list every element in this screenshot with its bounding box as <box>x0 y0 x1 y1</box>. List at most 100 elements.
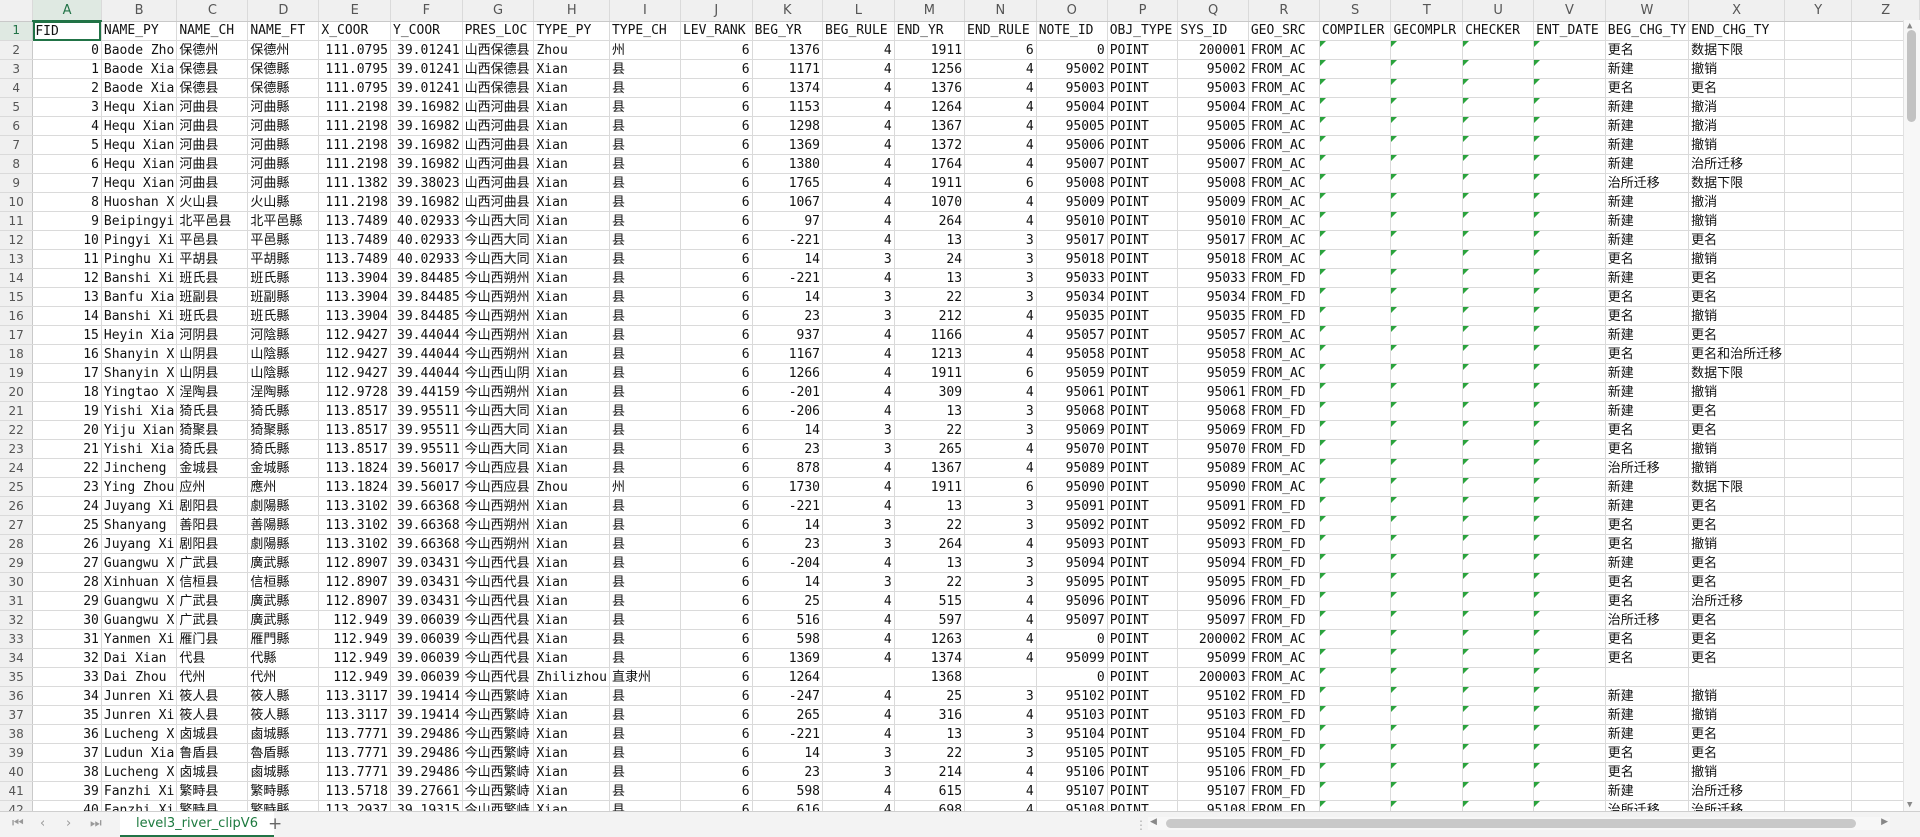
cell-j5[interactable]: 6 <box>680 97 753 117</box>
cell-v17[interactable] <box>1533 325 1606 345</box>
cell-a18[interactable]: 16 <box>32 344 102 364</box>
cell-q34[interactable]: 95099 <box>1177 648 1249 668</box>
cell-q28[interactable]: 95093 <box>1177 534 1249 554</box>
cell-f40[interactable]: 39.29486 <box>390 762 463 782</box>
cell-k32[interactable]: 516 <box>752 610 824 630</box>
cell-t27[interactable] <box>1390 515 1464 535</box>
cell-v13[interactable] <box>1533 249 1606 269</box>
cell-l10[interactable]: 4 <box>822 192 895 212</box>
cell-s14[interactable] <box>1319 268 1392 288</box>
row-header[interactable]: 23 <box>0 439 34 459</box>
cell-v33[interactable] <box>1533 629 1606 649</box>
cell-u25[interactable] <box>1462 477 1535 497</box>
cell-a28[interactable]: 26 <box>32 534 102 554</box>
cell-n27[interactable]: 3 <box>964 515 1037 535</box>
cell-y40[interactable] <box>1784 762 1853 782</box>
cell-w9[interactable]: 治所迁移 <box>1605 173 1690 193</box>
cell-t4[interactable] <box>1390 78 1464 98</box>
cell-m28[interactable]: 264 <box>894 534 966 554</box>
cell-a24[interactable]: 22 <box>32 458 102 478</box>
cell-i13[interactable]: 县 <box>609 249 681 269</box>
cell-v18[interactable] <box>1533 344 1606 364</box>
row-header[interactable]: 28 <box>0 534 34 554</box>
cell-y29[interactable] <box>1784 553 1853 573</box>
cell-b37[interactable]: Junren Xi <box>101 705 178 725</box>
cell-q11[interactable]: 95010 <box>1177 211 1249 231</box>
cell-x6[interactable]: 撤消 <box>1688 116 1786 136</box>
row-header[interactable]: 24 <box>0 458 34 478</box>
cell-g30[interactable]: 今山西代县 <box>462 572 535 592</box>
cell-p15[interactable]: POINT <box>1107 287 1179 307</box>
cell-l3[interactable]: 4 <box>822 59 895 79</box>
column-header-g[interactable]: G <box>462 0 535 22</box>
column-header-z[interactable]: Z <box>1851 0 1920 22</box>
cell-y20[interactable] <box>1784 382 1853 402</box>
cell-a31[interactable]: 29 <box>32 591 102 611</box>
cell-u3[interactable] <box>1462 59 1535 79</box>
cell-w21[interactable]: 新建 <box>1605 401 1690 421</box>
cell-a40[interactable]: 38 <box>32 762 102 782</box>
cell-d22[interactable]: 猗聚縣 <box>247 420 320 440</box>
cell-d25[interactable]: 應州 <box>247 477 320 497</box>
cell-w22[interactable]: 更名 <box>1605 420 1690 440</box>
cell-t26[interactable] <box>1390 496 1464 516</box>
cell-w19[interactable]: 新建 <box>1605 363 1690 383</box>
cell-s21[interactable] <box>1319 401 1392 421</box>
cell-g7[interactable]: 山西河曲县 <box>462 135 535 155</box>
cell-l18[interactable]: 4 <box>822 344 895 364</box>
cell-p37[interactable]: POINT <box>1107 705 1179 725</box>
row-header[interactable]: 9 <box>0 173 34 193</box>
scroll-left-icon[interactable]: ◀ <box>1150 817 1157 827</box>
cell-y32[interactable] <box>1784 610 1853 630</box>
cell-b23[interactable]: Yishi Xia <box>101 439 178 459</box>
cell-q20[interactable]: 95061 <box>1177 382 1249 402</box>
cell-x17[interactable]: 更名 <box>1688 325 1786 345</box>
cell-j2[interactable]: 6 <box>680 40 753 60</box>
cell-k6[interactable]: 1298 <box>752 116 824 136</box>
cell-i31[interactable]: 县 <box>609 591 681 611</box>
cell-d16[interactable]: 班氏縣 <box>247 306 320 326</box>
cell-e33[interactable]: 112.949 <box>318 629 392 649</box>
cell-g20[interactable]: 今山西朔州 <box>462 382 535 402</box>
cell-y3[interactable] <box>1784 59 1853 79</box>
cell-v20[interactable] <box>1533 382 1606 402</box>
cell-s5[interactable] <box>1319 97 1392 117</box>
cell-r22[interactable]: FROM_FD <box>1248 420 1320 440</box>
cell-k7[interactable]: 1369 <box>752 135 824 155</box>
cell-g41[interactable]: 今山西繁峙 <box>462 781 535 801</box>
cell-f36[interactable]: 39.19414 <box>390 686 463 706</box>
cell-s15[interactable] <box>1319 287 1392 307</box>
cell-e20[interactable]: 112.9728 <box>318 382 392 402</box>
cell-u7[interactable] <box>1462 135 1535 155</box>
cell-r4[interactable]: FROM_AC <box>1248 78 1320 98</box>
cell-s4[interactable] <box>1319 78 1392 98</box>
cell-o13[interactable]: 95018 <box>1036 249 1108 269</box>
cell-m34[interactable]: 1374 <box>894 648 966 668</box>
cell-f25[interactable]: 39.56017 <box>390 477 463 497</box>
cell-x1[interactable]: END_CHG_TY <box>1688 21 1786 41</box>
cell-k37[interactable]: 265 <box>752 705 824 725</box>
row-header[interactable]: 35 <box>0 667 34 687</box>
cell-n8[interactable]: 4 <box>964 154 1037 174</box>
cell-c41[interactable]: 繁畤县 <box>176 781 249 801</box>
cell-h12[interactable]: Xian <box>533 230 610 250</box>
cell-w11[interactable]: 新建 <box>1605 211 1690 231</box>
cell-d27[interactable]: 善陽縣 <box>247 515 320 535</box>
cell-j14[interactable]: 6 <box>680 268 753 288</box>
cell-o33[interactable]: 0 <box>1036 629 1108 649</box>
cell-l11[interactable]: 4 <box>822 211 895 231</box>
cell-o1[interactable]: NOTE_ID <box>1036 21 1108 41</box>
cell-p1[interactable]: OBJ_TYPE <box>1107 21 1179 41</box>
cell-q42[interactable]: 95108 <box>1177 800 1249 811</box>
cell-x13[interactable]: 撤销 <box>1688 249 1786 269</box>
cell-j22[interactable]: 6 <box>680 420 753 440</box>
cell-g2[interactable]: 山西保德县 <box>462 40 535 60</box>
cell-i12[interactable]: 县 <box>609 230 681 250</box>
cell-o6[interactable]: 95005 <box>1036 116 1108 136</box>
cell-x26[interactable]: 更名 <box>1688 496 1786 516</box>
cell-x27[interactable]: 更名 <box>1688 515 1786 535</box>
cell-j35[interactable]: 6 <box>680 667 753 687</box>
cell-s34[interactable] <box>1319 648 1392 668</box>
column-header-s[interactable]: S <box>1319 0 1392 22</box>
cell-v16[interactable] <box>1533 306 1606 326</box>
